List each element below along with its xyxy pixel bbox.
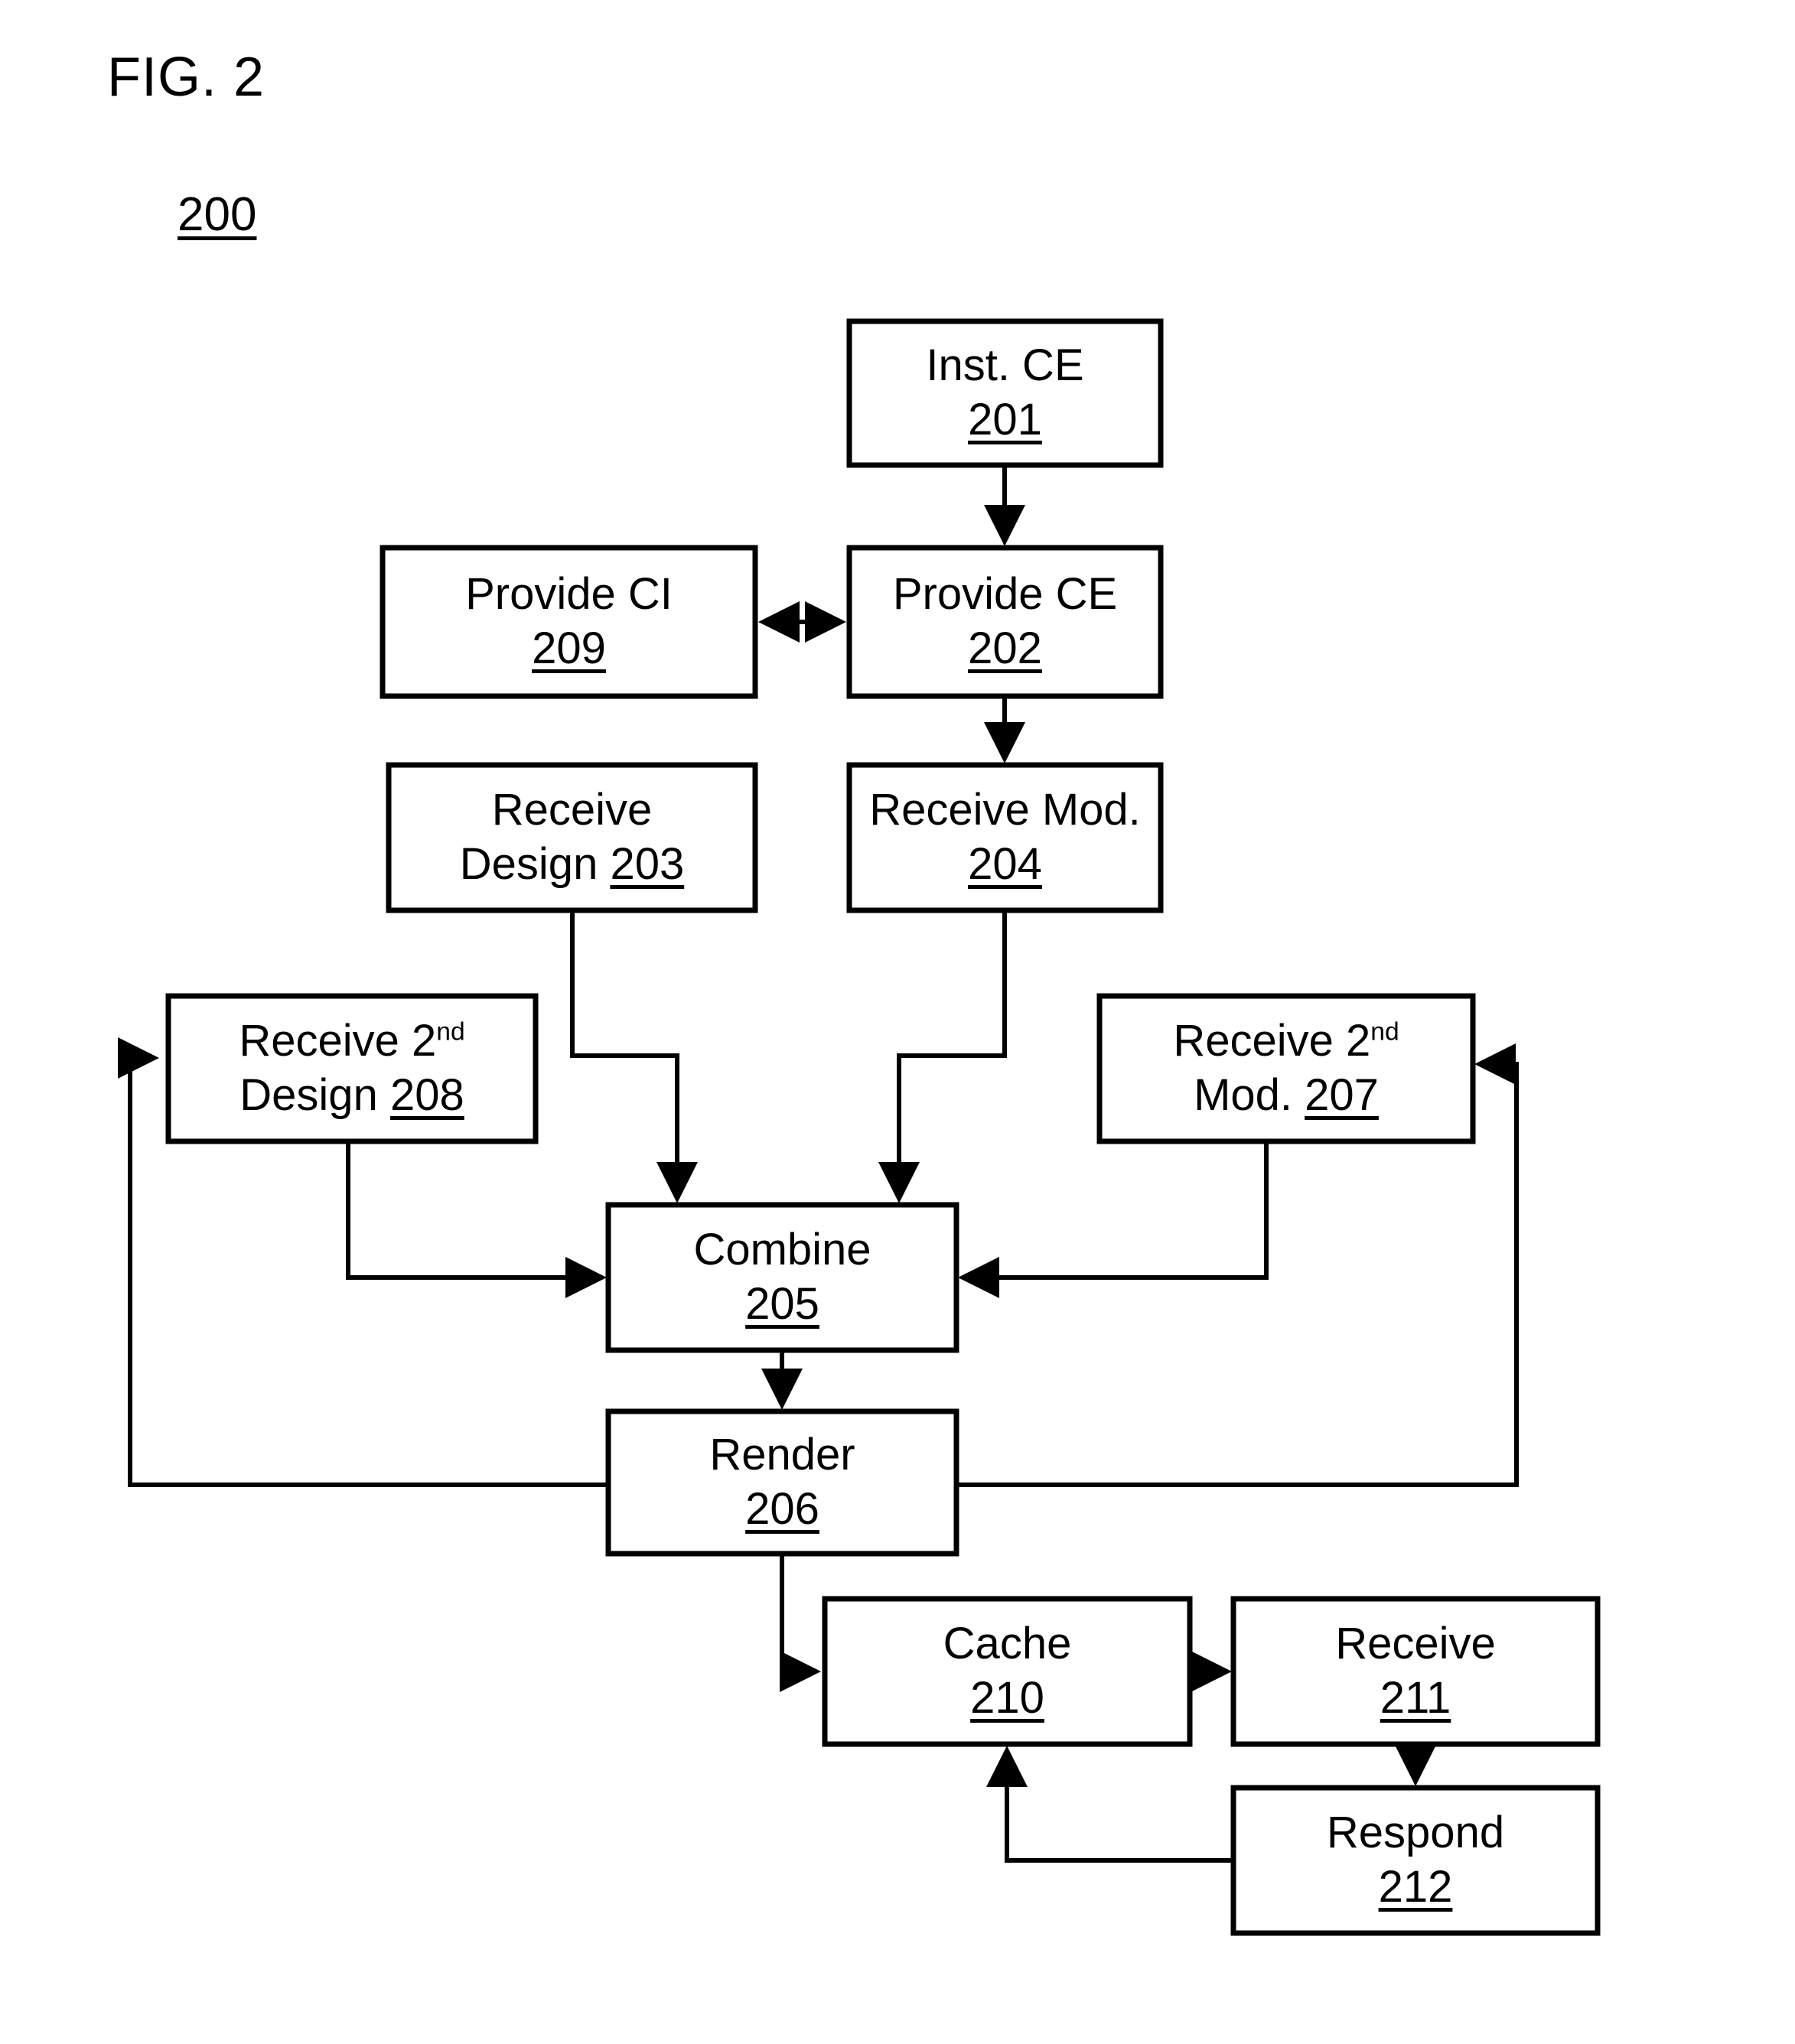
node-box-cache[interactable] (822, 1596, 1193, 1747)
edge-206-to-210 (780, 1554, 821, 1692)
flowchart-svg (118, 318, 1601, 1936)
node-box-provide-ce[interactable] (846, 545, 1164, 699)
node-box-combine[interactable] (605, 1202, 959, 1353)
node-box-render[interactable] (605, 1408, 959, 1557)
node-box-provide-ci[interactable] (380, 545, 758, 699)
edge-207-to-205 (958, 1141, 1269, 1298)
edge-204-to-205 (878, 910, 1007, 1203)
node-box-inst-ce[interactable] (846, 318, 1164, 468)
node-box-receive-design[interactable] (386, 762, 758, 913)
node-box-receive-2nd-mod[interactable] (1096, 993, 1476, 1144)
edge-203-to-205 (570, 910, 698, 1203)
node-rect-layer (165, 318, 1601, 1936)
edge-212-to-210-loop (986, 1746, 1233, 1863)
edge-208-to-205 (346, 1141, 607, 1298)
node-box-receive-mod[interactable] (846, 762, 1164, 913)
node-box-receive-2nd-design[interactable] (165, 993, 539, 1144)
node-box-receive[interactable] (1230, 1596, 1601, 1747)
node-box-respond[interactable] (1230, 1785, 1601, 1936)
figure-page: FIG. 2 200 Inst. CE 201 Provide CI 209 Provi… (0, 0, 1795, 2044)
